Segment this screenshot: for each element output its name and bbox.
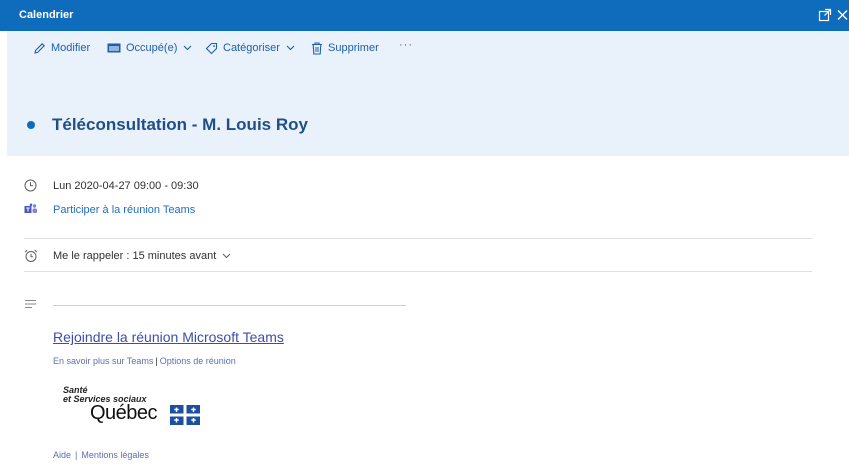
pop-out-icon[interactable] [818, 8, 832, 22]
event-datetime: Lun 2020-04-27 09:00 - 09:30 [53, 180, 199, 192]
busy-status-button[interactable]: Occupé(e) [107, 40, 192, 56]
chevron-down-icon [286, 45, 295, 51]
more-options-button[interactable]: ··· [399, 39, 413, 51]
close-icon[interactable] [836, 8, 849, 22]
trash-icon [312, 41, 322, 55]
body-separator-line [53, 305, 406, 306]
tag-icon [205, 42, 218, 54]
meeting-options-link[interactable]: Options de réunion [160, 356, 236, 366]
categorize-label: Catégoriser [223, 42, 280, 54]
footer-links: Aide | Mentions légales [53, 450, 149, 460]
footer-separator: | [75, 450, 78, 460]
clock-icon [24, 179, 37, 197]
join-microsoft-teams-link[interactable]: Rejoindre la réunion Microsoft Teams [53, 329, 284, 345]
busy-label: Occupé(e) [126, 42, 178, 54]
chevron-down-icon [183, 45, 192, 51]
calendar-color-dot [27, 121, 35, 129]
toolbar: Modifier Occupé(e) Catégoriser Supprimer… [7, 31, 849, 63]
pencil-icon [34, 42, 45, 54]
categorize-button[interactable]: Catégoriser [205, 40, 295, 56]
legal-notices-link[interactable]: Mentions légales [81, 450, 149, 460]
notes-icon [24, 296, 37, 314]
delete-button[interactable]: Supprimer [311, 40, 379, 56]
join-teams-meeting-link[interactable]: Participer à la réunion Teams [53, 204, 195, 216]
msss-logo: Santé et Services sociaux Québec [57, 385, 207, 430]
link-separator: | [155, 356, 158, 366]
quebec-flag-icon [170, 405, 200, 425]
logo-text-line3: Québec [90, 402, 158, 424]
reminder-label: Me le rappeler : 15 minutes avant [53, 250, 217, 262]
chevron-down-icon [222, 253, 231, 259]
busy-status-icon [107, 43, 121, 53]
help-link[interactable]: Aide [53, 450, 71, 460]
window-title: Calendrier [19, 9, 74, 21]
edit-label: Modifier [51, 42, 91, 54]
event-subject: Téléconsultation - M. Louis Roy [52, 115, 308, 134]
delete-label: Supprimer [328, 42, 379, 54]
divider [24, 238, 812, 239]
event-header: Modifier Occupé(e) Catégoriser Supprimer… [7, 31, 849, 156]
alarm-clock-icon [24, 249, 38, 268]
edit-button[interactable]: Modifier [33, 40, 90, 56]
title-bar: Calendrier [0, 0, 849, 31]
learn-more-teams-link[interactable]: En savoir plus sur Teams [53, 356, 153, 366]
teams-icon [24, 203, 38, 221]
divider [24, 271, 812, 272]
meeting-sub-links: En savoir plus sur Teams | Options de réun… [53, 356, 236, 366]
reminder-dropdown[interactable]: Me le rappeler : 15 minutes avant [53, 250, 231, 262]
